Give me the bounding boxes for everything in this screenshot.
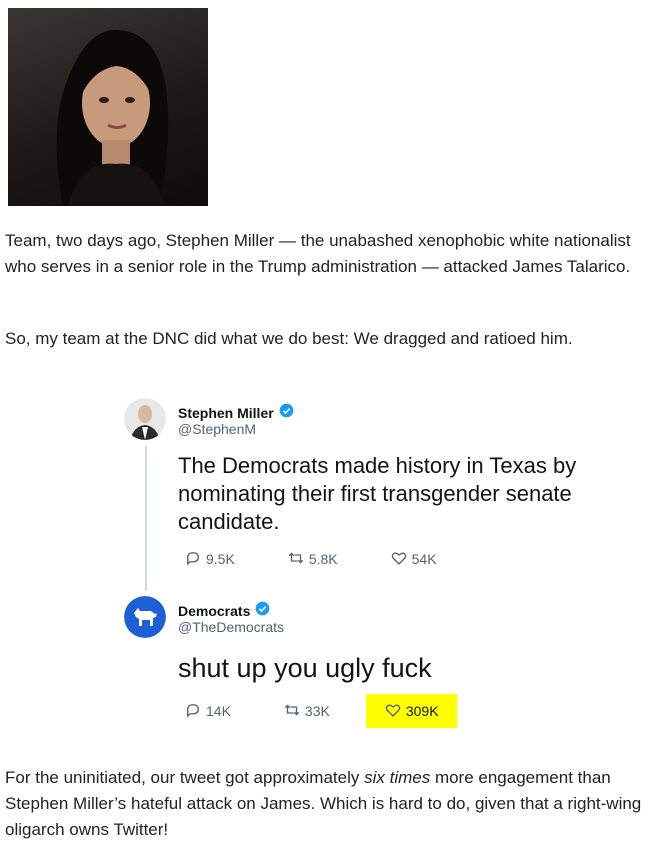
avatar: [124, 398, 166, 440]
reply-icon: [184, 549, 202, 570]
tweet-stats: 14K 33K 309K: [178, 694, 497, 728]
like-count: 54K: [411, 551, 437, 567]
heart-icon: [390, 549, 408, 570]
outro-text-before: For the uninitiated, our tweet got appro…: [5, 768, 365, 787]
thread-connector-line: [145, 446, 147, 591]
reply-button[interactable]: 14K: [178, 694, 237, 728]
like-count: 309K: [405, 703, 439, 719]
author-portrait-photo: [8, 8, 208, 206]
like-button[interactable]: 309K: [365, 694, 457, 728]
reply-count: 14K: [206, 703, 231, 719]
retweet-button[interactable]: 33K: [277, 694, 336, 728]
verified-badge-icon: [255, 601, 270, 621]
reply-icon: [184, 701, 202, 722]
outro-emphasis: six times: [364, 768, 431, 787]
reply-count: 9.5K: [206, 551, 235, 567]
reply-button[interactable]: 9.5K: [178, 542, 241, 576]
outro-paragraph: For the uninitiated, our tweet got appro…: [5, 765, 655, 843]
tweet-author-name[interactable]: Stephen Miller: [178, 405, 274, 421]
retweet-icon: [283, 701, 301, 722]
avatar: [124, 596, 166, 638]
retweet-count: 5.8K: [308, 551, 338, 567]
retweet-button[interactable]: 5.8K: [281, 542, 344, 576]
tweet-author-name[interactable]: Democrats: [178, 603, 250, 619]
like-button[interactable]: 54K: [384, 542, 443, 576]
intro-paragraph-1: Team, two days ago, Stephen Miller — the…: [5, 231, 631, 276]
tweet-stats: 9.5K 5.8K 54K: [178, 542, 483, 576]
retweet-count: 33K: [304, 703, 330, 719]
intro-paragraph-2: So, my team at the DNC did what we do be…: [5, 329, 573, 348]
heart-icon: [384, 701, 402, 722]
verified-badge-icon: [279, 403, 294, 423]
tweet-text: shut up you ugly fuck: [178, 653, 432, 683]
tweet-text: The Democrats made history in Texas by n…: [178, 453, 577, 534]
tweet-author-handle[interactable]: @StephenM: [178, 421, 256, 437]
retweet-icon: [287, 549, 305, 570]
tweet-author-handle[interactable]: @TheDemocrats: [178, 619, 284, 635]
